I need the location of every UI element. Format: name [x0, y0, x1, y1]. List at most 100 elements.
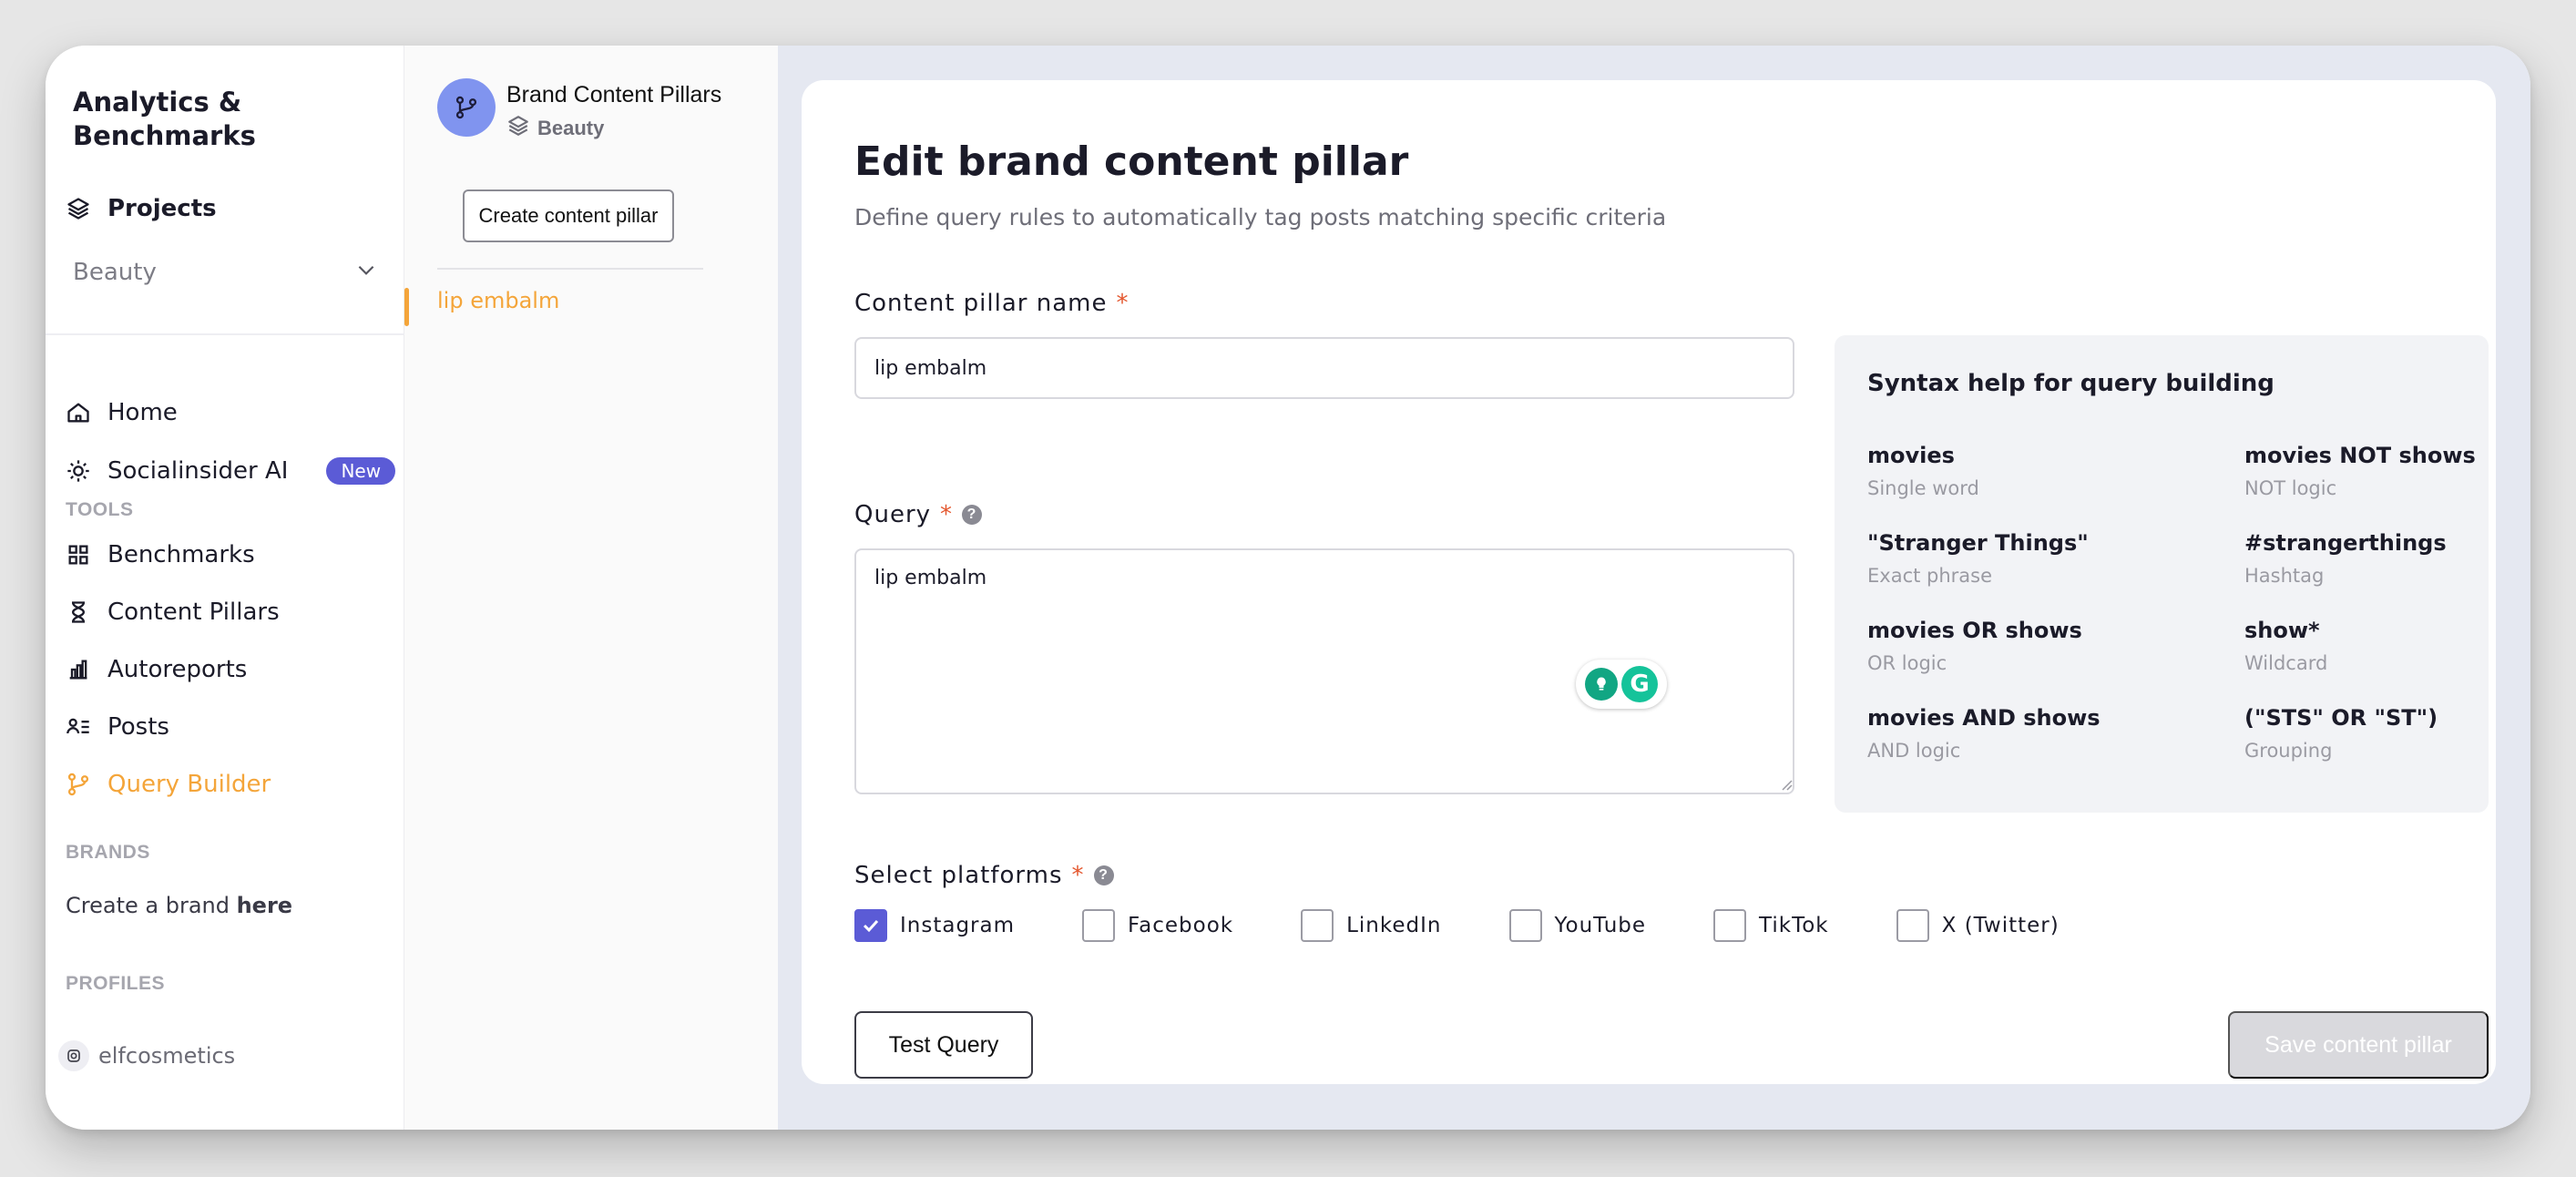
platform-label: Instagram — [900, 914, 1016, 937]
syntax-key: movies AND shows — [1867, 705, 2101, 731]
resize-handle-icon[interactable] — [1780, 778, 1793, 791]
query-label: Query * ? — [854, 501, 983, 528]
syntax-key: #strangerthings — [2244, 530, 2447, 556]
syntax-desc: AND logic — [1867, 740, 1961, 762]
checkbox[interactable] — [1896, 909, 1929, 942]
test-query-button[interactable]: Test Query — [854, 1011, 1033, 1079]
tools-heading: TOOLS — [66, 499, 134, 520]
syntax-key: "Stranger Things" — [1867, 530, 2089, 556]
nav-projects-label: Projects — [107, 195, 217, 222]
platform-linkedin[interactable]: LinkedIn — [1301, 909, 1441, 942]
syntax-item: show* Wildcard — [2244, 618, 2327, 674]
syntax-key: movies NOT shows — [2244, 443, 2476, 468]
create-brand-text: Create a brand here — [66, 893, 292, 918]
layers-icon — [66, 196, 91, 221]
nav-posts[interactable]: Posts — [66, 706, 169, 748]
syntax-desc: NOT logic — [2244, 477, 2337, 499]
branch-icon — [437, 78, 496, 137]
create-content-pillar-button[interactable]: Create content pillar — [463, 189, 674, 242]
pillar-header-subtitle: Beauty — [506, 114, 721, 143]
help-icon[interactable]: ? — [962, 505, 983, 525]
profiles-heading: PROFILES — [66, 973, 166, 994]
pillar-name-label-text: Content pillar name — [854, 290, 1108, 317]
checkbox[interactable] — [1713, 909, 1747, 942]
syntax-desc: Grouping — [2244, 740, 2333, 762]
grid-icon — [66, 542, 91, 568]
checkbox-checked[interactable] — [854, 909, 887, 942]
required-mark: * — [1071, 862, 1085, 889]
nav-home-label: Home — [107, 399, 178, 426]
profile-item[interactable]: elfcosmetics — [58, 1040, 235, 1071]
pillar-name-label: Content pillar name * — [854, 290, 1129, 317]
platform-facebook[interactable]: Facebook — [1082, 909, 1233, 942]
nav-content-pillars[interactable]: Content Pillars — [66, 591, 280, 633]
sidebar: Analytics & Benchmarks Projects Beauty H… — [46, 46, 404, 1130]
app-title: Analytics & Benchmarks — [73, 87, 256, 151]
syntax-key: movies OR shows — [1867, 618, 2082, 643]
bar-chart-icon — [66, 657, 91, 682]
platform-label: Facebook — [1128, 914, 1234, 937]
platform-tiktok[interactable]: TikTok — [1713, 909, 1829, 942]
platform-label: TikTok — [1759, 914, 1829, 937]
checkbox[interactable] — [1082, 909, 1116, 942]
check-icon — [863, 919, 879, 933]
instagram-icon — [58, 1040, 89, 1071]
pillar-header-workspace: Beauty — [537, 117, 605, 139]
nav-autoreports-label: Autoreports — [107, 656, 248, 683]
grammarly-widget[interactable]: G — [1576, 660, 1667, 709]
pillar-header-title: Brand Content Pillars — [506, 82, 722, 107]
nav-socialinsider-ai[interactable]: Socialinsider AI New — [66, 450, 396, 492]
syntax-key: movies — [1867, 443, 1955, 468]
platform-label: LinkedIn — [1346, 914, 1442, 937]
required-mark: * — [1116, 290, 1130, 317]
nav-posts-label: Posts — [107, 713, 169, 741]
create-brand-link[interactable]: here — [237, 893, 292, 918]
workspace-select-value: Beauty — [73, 259, 157, 286]
home-icon — [66, 400, 91, 425]
app-window: Analytics & Benchmarks Projects Beauty H… — [46, 46, 2530, 1130]
query-label-text: Query — [854, 501, 932, 528]
platform-checkboxes: Instagram Facebook LinkedIn YouTube TikT… — [854, 909, 2127, 942]
list-user-icon — [66, 714, 91, 740]
syntax-key: show* — [2244, 618, 2320, 643]
nav-projects[interactable]: Projects — [66, 188, 217, 230]
content-pillars-panel: Brand Content Pillars Beauty Create cont… — [404, 46, 778, 1130]
syntax-item: movies AND shows AND logic — [1867, 705, 2101, 762]
pillar-list-item[interactable]: lip embalm — [437, 288, 559, 313]
checkbox[interactable] — [1508, 909, 1542, 942]
platform-instagram[interactable]: Instagram — [854, 909, 1015, 942]
workspace-select[interactable]: Beauty — [73, 251, 378, 293]
nav-content-pillars-label: Content Pillars — [107, 599, 280, 626]
branch-icon — [66, 772, 91, 797]
platform-x-twitter[interactable]: X (Twitter) — [1896, 909, 2060, 942]
syntax-desc: Single word — [1867, 477, 1979, 499]
help-icon[interactable]: ? — [1093, 865, 1114, 885]
platform-youtube[interactable]: YouTube — [1508, 909, 1647, 942]
edit-pillar-card: Edit brand content pillar Define query r… — [802, 80, 2496, 1084]
syntax-desc: Hashtag — [2244, 565, 2325, 587]
active-pillar-marker — [404, 288, 409, 326]
syntax-help-title: Syntax help for query building — [1867, 370, 2274, 397]
nav-query-builder[interactable]: Query Builder — [66, 763, 271, 805]
pillar-name-input[interactable] — [854, 337, 1794, 399]
create-brand-prefix: Create a brand — [66, 893, 237, 918]
syntax-help-panel: Syntax help for query building movies Si… — [1835, 335, 2489, 813]
syntax-desc: Wildcard — [2244, 652, 2328, 674]
syntax-desc: OR logic — [1867, 652, 1947, 674]
syntax-item: ("STS" OR "ST") Grouping — [2244, 705, 2438, 762]
grammarly-logo-icon: G — [1621, 666, 1658, 702]
nav-query-builder-label: Query Builder — [107, 771, 271, 798]
save-content-pillar-button[interactable]: Save content pillar — [2228, 1011, 2489, 1079]
platform-label: X (Twitter) — [1941, 914, 2060, 937]
nav-home[interactable]: Home — [66, 392, 178, 434]
nav-autoreports[interactable]: Autoreports — [66, 649, 247, 691]
pillar-header: Brand Content Pillars Beauty — [437, 78, 721, 143]
syntax-desc: Exact phrase — [1867, 565, 1993, 587]
syntax-item: movies OR shows OR logic — [1867, 618, 2082, 674]
syntax-key: ("STS" OR "ST") — [2244, 705, 2438, 731]
nav-benchmarks[interactable]: Benchmarks — [66, 534, 255, 576]
checkbox[interactable] — [1301, 909, 1334, 942]
platform-label: YouTube — [1554, 914, 1647, 937]
syntax-item: movies Single word — [1867, 443, 1979, 499]
brands-heading: BRANDS — [66, 842, 150, 863]
